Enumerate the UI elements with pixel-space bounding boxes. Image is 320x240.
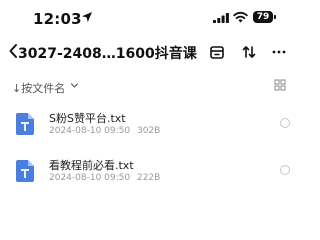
back-chevron-icon[interactable] [8, 43, 18, 59]
sort-control[interactable]: ↓按文件名 [12, 80, 65, 96]
file-size: 222B [136, 173, 161, 183]
list-item[interactable]: S粉S赞平台.txt 2024-08-10 09:50 302B [0, 105, 300, 155]
status-time: 12:03 [33, 10, 82, 28]
battery-level: 79 [256, 12, 270, 22]
location-arrow-icon [82, 12, 92, 22]
txt-file-icon [16, 160, 34, 182]
more-icon[interactable] [271, 44, 287, 60]
wifi-icon [233, 11, 248, 23]
chevron-down-icon[interactable] [70, 81, 79, 90]
sort-arrows-icon[interactable] [241, 44, 257, 60]
archive-icon[interactable] [209, 44, 225, 60]
file-meta: 2024-08-10 09:50 222B [49, 173, 160, 183]
file-name: S粉S赞平台.txt [49, 112, 126, 125]
file-date: 2024-08-10 09:50 [49, 173, 131, 183]
list-item[interactable]: 看教程前必看.txt 2024-08-10 09:50 222B [0, 152, 300, 202]
file-date: 2024-08-10 09:50 [49, 126, 131, 136]
signal-bars-icon [213, 13, 229, 23]
txt-file-icon [16, 113, 34, 135]
page-title: 3027-2408…1600抖音课 [18, 46, 197, 62]
file-size: 302B [136, 126, 161, 136]
grid-view-icon[interactable] [274, 79, 286, 91]
select-radio[interactable] [280, 118, 290, 128]
battery-nub [274, 15, 276, 19]
file-meta: 2024-08-10 09:50 302B [49, 126, 160, 136]
battery-icon: 79 [253, 11, 273, 23]
sort-down-arrow-icon: ↓ [12, 82, 22, 95]
file-name: 看教程前必看.txt [49, 159, 134, 172]
sort-label: 按文件名 [21, 82, 66, 95]
select-radio[interactable] [280, 165, 290, 175]
